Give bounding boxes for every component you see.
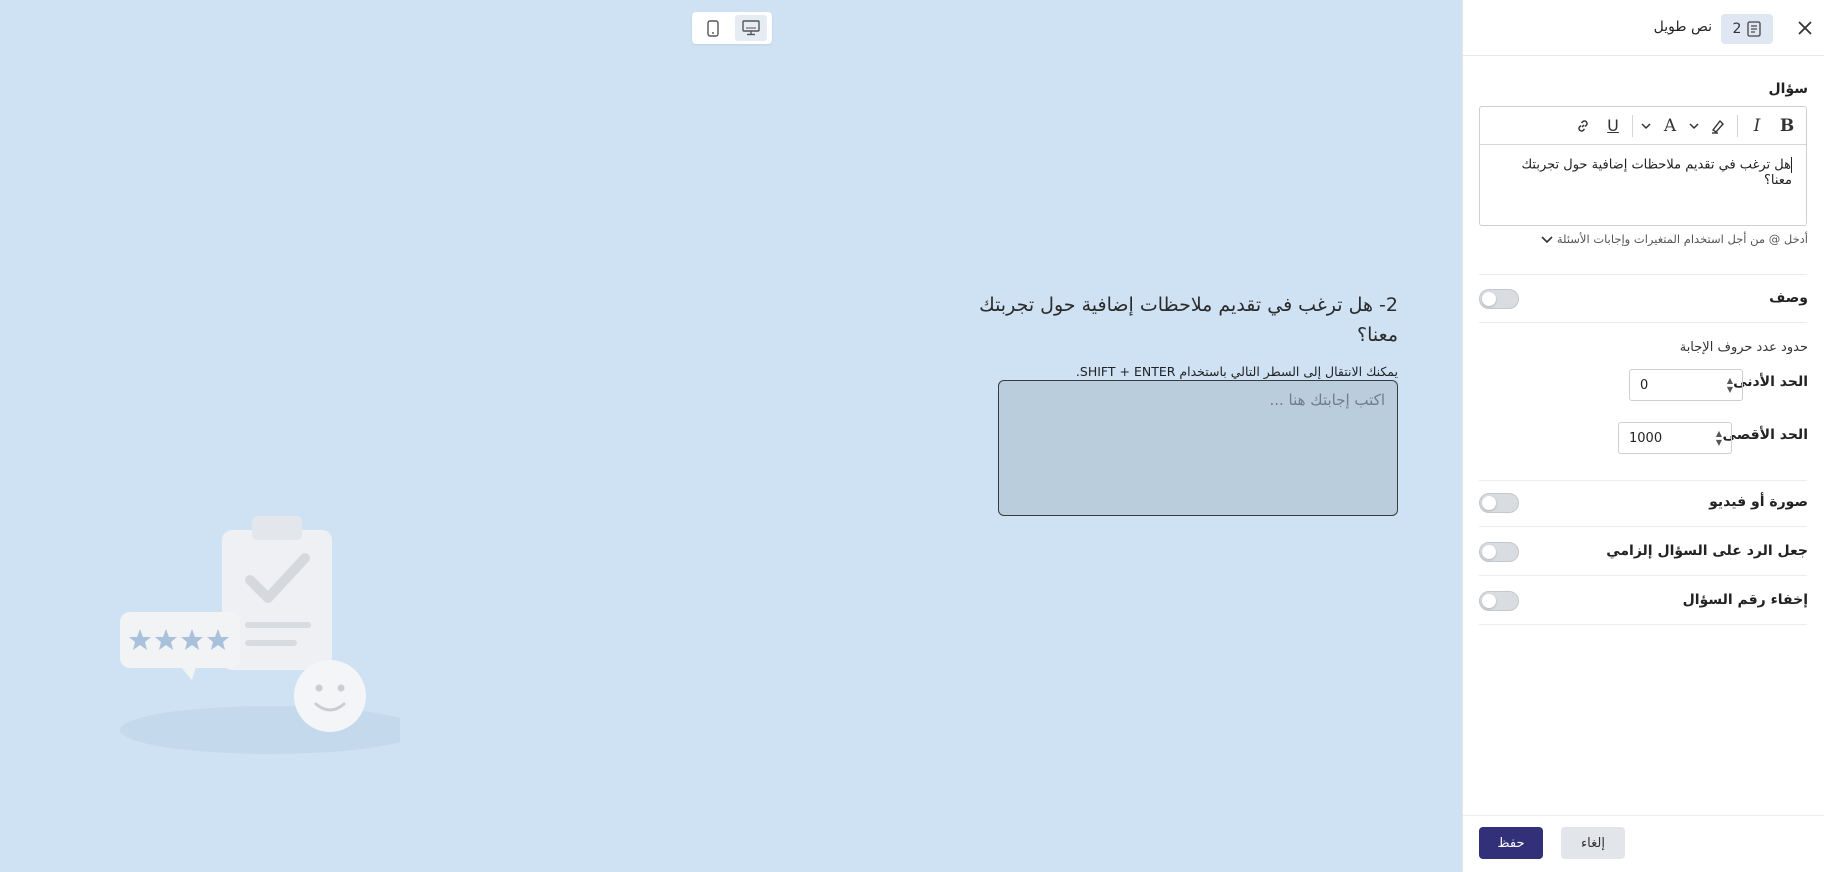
divider [1479,575,1807,576]
toolbar-divider [1737,114,1738,137]
preview-canvas: 2- هل ترغب في تقديم ملاحظات إضافية حول ت… [0,0,1462,872]
question-editor: B I A U هل ترغب في تقديم ملاحظات إضافية … [1479,106,1807,226]
chevron-down-icon [1541,236,1553,243]
newline-hint: يمكنك الانتقال إلى السطر التالي باستخدام… [1075,364,1398,379]
chevron-down-icon [1641,122,1651,129]
max-length-label: الحد الأقصى [1722,427,1808,443]
required-label: جعل الرد على السؤال إلزامي [1606,543,1808,559]
italic-button[interactable]: I [1744,113,1770,139]
mobile-icon [707,19,719,37]
divider [1479,526,1807,527]
chevron-up-icon: ▲ [1715,429,1723,438]
divider [1479,480,1807,481]
font-size-button[interactable]: A [1657,113,1683,139]
link-button[interactable] [1570,113,1596,139]
max-length-stepper[interactable]: ▲ ▼ [1713,429,1725,447]
min-length-stepper[interactable]: ▲ ▼ [1724,376,1736,394]
highlighter-icon [1711,119,1724,134]
question-type-label: نص طويل [1653,19,1712,35]
question-text: هل ترغب في تقديم ملاحظات إضافية حول تجرب… [1521,157,1792,189]
media-label: صورة أو فيديو [1709,494,1808,510]
answer-limits-label: حدود عدد حروف الإجابة [1679,340,1808,355]
toolbar-divider [1632,114,1633,137]
chevron-down-icon: ▼ [1715,438,1723,447]
desktop-preview-button[interactable] [735,15,767,41]
question-number-chip: 2 [1721,14,1773,44]
editor-toolbar: B I A U [1480,107,1806,145]
description-toggle[interactable] [1479,289,1519,309]
device-toggle [692,12,772,44]
hide-number-toggle[interactable] [1479,591,1519,611]
feedback-illustration [120,516,400,754]
underline-button[interactable]: U [1600,113,1626,139]
save-button[interactable]: حفظ [1479,827,1543,859]
max-length-value: 1000 [1629,430,1663,446]
media-toggle[interactable] [1479,493,1519,513]
bold-button[interactable]: B [1774,113,1800,139]
question-number: 2 [1732,21,1742,37]
divider [1479,322,1807,323]
toggle-knob [1482,292,1496,306]
close-icon [1798,21,1812,35]
variables-hint-text: أدخل @ من أجل استخدام المتغيرات وإجابات … [1556,232,1808,246]
min-length-input[interactable]: 0 ▲ ▼ [1629,369,1743,401]
toggle-knob [1482,496,1496,510]
divider [1479,624,1807,625]
question-title: 2- هل ترغب في تقديم ملاحظات إضافية حول ت… [979,294,1398,346]
settings-panel: 2 نص طويل سؤال B I A U هل ترغب في تقديم … [1462,0,1824,872]
question-preview: 2- هل ترغب في تقديم ملاحظات إضافية حول ت… [950,290,1398,379]
min-length-label: الحد الأدنى [1733,374,1808,390]
cancel-button[interactable]: إلغاء [1561,827,1625,859]
answer-placeholder: اكتب إجابتك هنا ... [1269,391,1385,409]
close-button[interactable] [1795,18,1815,38]
chevron-down-icon: ▼ [1726,385,1734,394]
answer-textarea[interactable]: اكتب إجابتك هنا ... [998,380,1398,516]
highlight-dropdown[interactable] [1687,113,1701,139]
question-label: سؤال [1768,81,1809,97]
divider [1479,274,1807,275]
max-length-input[interactable]: 1000 ▲ ▼ [1618,422,1732,454]
text-caret [1791,157,1792,173]
hide-number-label: إخفاء رقم السؤال [1682,592,1808,608]
variables-hint[interactable]: أدخل @ من أجل استخدام المتغيرات وإجابات … [1541,232,1808,246]
min-length-value: 0 [1640,377,1649,393]
mobile-preview-button[interactable] [697,15,729,41]
desktop-icon [742,20,760,36]
toggle-knob [1482,594,1496,608]
font-size-dropdown[interactable] [1639,113,1653,139]
chevron-up-icon: ▲ [1726,376,1734,385]
highlight-button[interactable] [1705,113,1731,139]
required-toggle[interactable] [1479,542,1519,562]
description-label: وصف [1769,290,1808,306]
toggle-knob [1482,545,1496,559]
panel-header: 2 نص طويل [1463,0,1824,56]
chevron-down-icon [1689,122,1699,129]
question-text-area[interactable]: هل ترغب في تقديم ملاحظات إضافية حول تجرب… [1480,145,1806,200]
link-icon [1578,119,1588,132]
long-text-icon [1747,21,1762,37]
panel-footer: حفظ إلغاء [1463,815,1824,872]
